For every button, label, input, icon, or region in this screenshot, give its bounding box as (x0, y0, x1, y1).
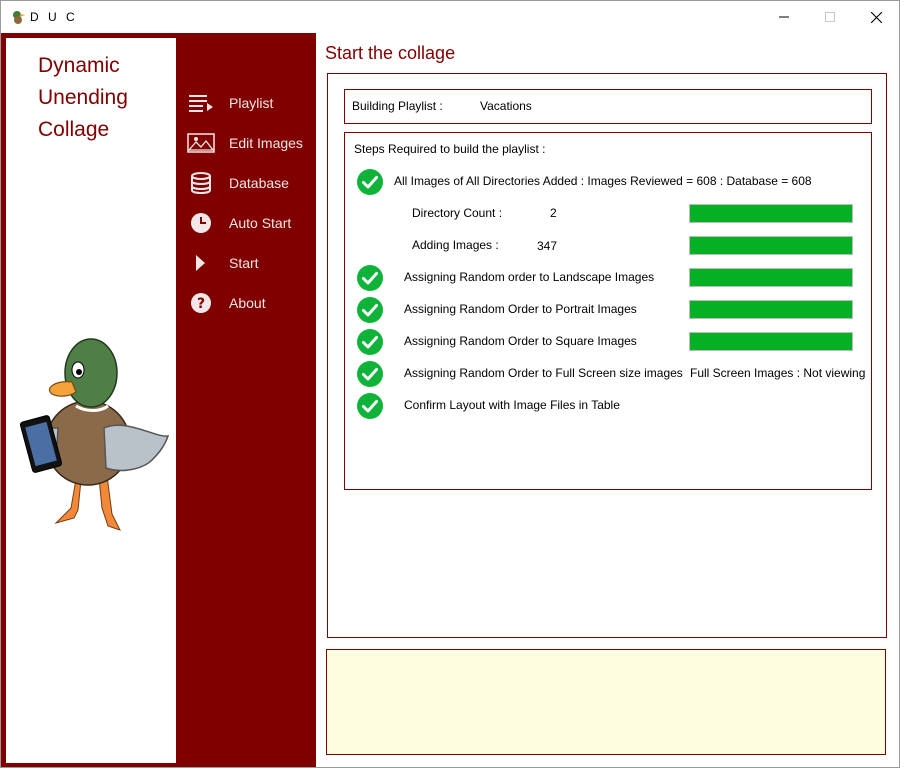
check-circle-icon (357, 265, 383, 291)
sidebar-item-label: Auto Start (229, 215, 292, 231)
playlist-label: Building Playlist : (352, 99, 443, 113)
duck-app-icon (13, 11, 25, 24)
playlist-info-box: Building Playlist : Vacations (344, 89, 872, 124)
check-circle-icon (357, 393, 383, 419)
brand-line-3: Collage (38, 118, 110, 141)
title-bar[interactable]: D U C (1, 1, 899, 33)
directory-count-value: 2 (550, 206, 557, 220)
check-circle-icon (357, 329, 383, 355)
playlist-name: Vacations (480, 99, 532, 113)
brand-name: Dynamic Unending Collage (38, 50, 128, 146)
adding-images-label: Adding Images : (412, 238, 499, 252)
minimize-button[interactable] (761, 1, 807, 33)
window-title: D U C (30, 10, 78, 24)
sidebar-item-label: Start (229, 255, 259, 271)
directory-count-progress-bar (689, 204, 853, 223)
portrait-progress-bar (689, 300, 853, 319)
image-icon (187, 131, 215, 155)
step-portrait: Assigning Random Order to Portrait Image… (404, 302, 637, 316)
square-progress-bar (689, 332, 853, 351)
clock-icon (187, 211, 215, 235)
play-icon (187, 251, 215, 275)
sidebar-item-label: Playlist (229, 95, 274, 111)
playlist-icon (187, 91, 215, 115)
maximize-button[interactable] (807, 1, 853, 33)
steps-header: Steps Required to build the playlist : (354, 142, 546, 156)
step-landscape: Assigning Random order to Landscape Imag… (404, 270, 655, 284)
sidebar-item-label: Edit Images (229, 135, 303, 151)
step-confirm: Confirm Layout with Image Files in Table (404, 398, 620, 412)
fullscreen-status: Full Screen Images : Not viewing (690, 366, 866, 380)
step-square: Assigning Random Order to Square Images (404, 334, 637, 348)
adding-images-progress-bar (689, 236, 853, 255)
svg-text:?: ? (197, 296, 205, 312)
check-circle-icon (357, 361, 383, 387)
message-area (326, 649, 886, 755)
minimize-icon (779, 16, 789, 18)
close-button[interactable] (853, 1, 899, 33)
branding-panel: Dynamic Unending Collage (6, 38, 176, 763)
help-icon: ? (187, 291, 215, 315)
brand-line-1: Dynamic (38, 54, 120, 77)
sidebar-item-edit-images[interactable]: Edit Images (176, 125, 316, 161)
close-icon (870, 11, 882, 23)
app-window: D U C Dynamic Unending Collage Playlist … (0, 0, 900, 768)
brand-line-2: Unending (38, 86, 128, 109)
step-all-images: All Images of All Directories Added : Im… (394, 174, 812, 188)
check-circle-icon (357, 297, 383, 323)
sidebar-nav: Playlist Edit Images Database Auto Start… (176, 33, 316, 767)
sidebar-item-label: Database (229, 175, 289, 191)
sidebar-item-auto-start[interactable]: Auto Start (176, 205, 316, 241)
steps-box: Steps Required to build the playlist : A… (344, 132, 872, 490)
sidebar-item-playlist[interactable]: Playlist (176, 85, 316, 121)
landscape-progress-bar (689, 268, 853, 287)
sidebar-item-start[interactable]: Start (176, 245, 316, 281)
step-fullscreen: Assigning Random Order to Full Screen si… (404, 366, 683, 380)
sidebar-item-about[interactable]: ? About (176, 285, 316, 321)
adding-images-value: 347 (537, 239, 558, 253)
page-title: Start the collage (325, 43, 456, 63)
directory-count-label: Directory Count : (412, 206, 503, 220)
database-icon (187, 171, 215, 195)
duck-mascot-illustration (19, 338, 170, 531)
sidebar-item-label: About (229, 295, 266, 311)
check-circle-icon (357, 169, 383, 195)
sidebar-item-database[interactable]: Database (176, 165, 316, 201)
maximize-icon (825, 12, 835, 22)
